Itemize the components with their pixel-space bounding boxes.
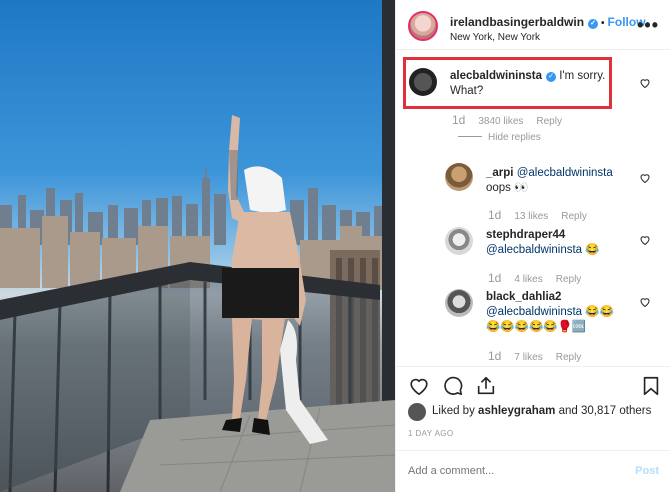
reply-username[interactable]: black_dahlia2 (486, 291, 561, 303)
author-avatar[interactable] (408, 11, 438, 41)
action-bar (396, 366, 670, 406)
reply-text: oops 👀 (486, 182, 529, 194)
reply-mention[interactable]: @alecbaldwininsta (517, 167, 613, 179)
hide-replies-label: Hide replies (488, 132, 541, 143)
verified-badge-icon: ✓ (588, 19, 599, 29)
add-comment-bar: Post (396, 450, 670, 492)
reply-mention[interactable]: @alecbaldwininsta (486, 306, 582, 318)
share-icon[interactable] (475, 375, 497, 397)
reply-likes[interactable]: 13 likes (514, 211, 548, 222)
likes-text: Liked by ashleygraham and 30,817 others (432, 405, 651, 417)
reply-button[interactable]: Reply (556, 274, 582, 285)
like-comment-heart-icon[interactable] (639, 77, 651, 89)
like-reply-heart-icon[interactable] (639, 296, 651, 308)
comment-input[interactable] (408, 465, 608, 477)
reply-meta: 1d 4 likes Reply (488, 271, 594, 285)
reply-meta: 1d 7 likes Reply (488, 349, 594, 363)
liker-username[interactable]: ashleygraham (478, 405, 555, 417)
post-location[interactable]: New York, New York (450, 32, 540, 43)
hide-replies-toggle[interactable]: Hide replies (458, 132, 541, 143)
post-header: irelandbasingerbaldwin ✓ • Follow New York,… (396, 0, 670, 50)
likes-summary: Liked by ashleygraham and 30,817 others (408, 402, 668, 422)
reply-body: black_dahlia2 @alecbaldwininsta 😂😂 😂😂😂😂😂🥊🆒 (486, 290, 636, 335)
separator-dot: • (601, 18, 605, 29)
post-comment-button[interactable]: Post (635, 465, 659, 477)
liker-avatar[interactable] (408, 403, 426, 421)
reply-text: 😂😂 (585, 306, 614, 318)
bookmark-icon[interactable] (640, 375, 662, 397)
author-line: irelandbasingerbaldwin ✓ • Follow (450, 15, 646, 29)
comment-age: 1d (452, 113, 466, 127)
censor-bar (222, 268, 299, 318)
reply-likes[interactable]: 7 likes (514, 352, 542, 363)
reply-likes[interactable]: 4 likes (514, 274, 542, 285)
reply-username[interactable]: stephdraper44 (486, 229, 565, 241)
reply-button[interactable]: Reply (556, 352, 582, 363)
main-comment-meta: 1d 3840 likes Reply (452, 113, 575, 127)
highlight-box (403, 57, 612, 109)
reply-button[interactable]: Reply (536, 116, 562, 127)
reply-avatar[interactable] (445, 227, 473, 255)
author-username[interactable]: irelandbasingerbaldwin (450, 15, 584, 29)
reply-text: 😂 (585, 244, 600, 256)
reply-age: 1d (488, 208, 502, 222)
comment-bubble-icon[interactable] (442, 375, 464, 397)
more-options-icon[interactable]: ••• (637, 15, 659, 36)
reply-age: 1d (488, 271, 502, 285)
city-skyline-illustration (0, 0, 395, 492)
reply-button[interactable]: Reply (561, 211, 587, 222)
comment-likes[interactable]: 3840 likes (478, 116, 523, 127)
likes-prefix: Liked by (432, 405, 475, 417)
reply-text-line2: 😂😂😂😂😂🥊🆒 (486, 321, 587, 333)
like-heart-icon[interactable] (408, 375, 430, 397)
reply-avatar[interactable] (445, 289, 473, 317)
reply-body: _arpi @alecbaldwininsta oops 👀 (486, 166, 626, 196)
post-timestamp[interactable]: 1 DAY AGO (408, 429, 454, 438)
divider-line (458, 136, 482, 137)
post-photo[interactable] (0, 0, 395, 492)
reply-age: 1d (488, 349, 502, 363)
like-reply-heart-icon[interactable] (639, 234, 651, 246)
reply-username[interactable]: _arpi (486, 167, 514, 179)
likes-suffix[interactable]: and 30,817 others (559, 405, 652, 417)
reply-body: stephdraper44 @alecbaldwininsta 😂 (486, 228, 626, 258)
reply-meta: 1d 13 likes Reply (488, 208, 600, 222)
reply-mention[interactable]: @alecbaldwininsta (486, 244, 582, 256)
like-reply-heart-icon[interactable] (639, 172, 651, 184)
reply-avatar[interactable] (445, 163, 473, 191)
